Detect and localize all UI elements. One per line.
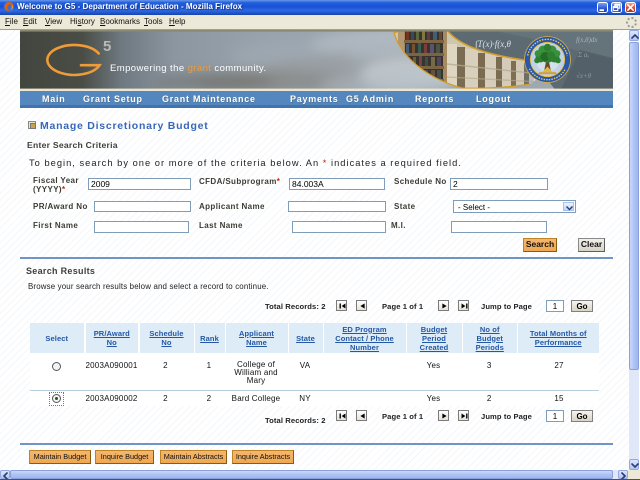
- svg-text:5: 5: [103, 38, 111, 55]
- svg-text:Empowering the grant community: Empowering the grant community.: [110, 63, 266, 74]
- svg-text:∫T(x)·f(x,θ: ∫T(x)·f(x,θ: [474, 39, 511, 50]
- svg-text:f(x,θ)dx: f(x,θ)dx: [576, 36, 598, 44]
- svg-text:Σ aₓ: Σ aₓ: [577, 51, 589, 59]
- svg-text:√x+θ: √x+θ: [576, 72, 592, 80]
